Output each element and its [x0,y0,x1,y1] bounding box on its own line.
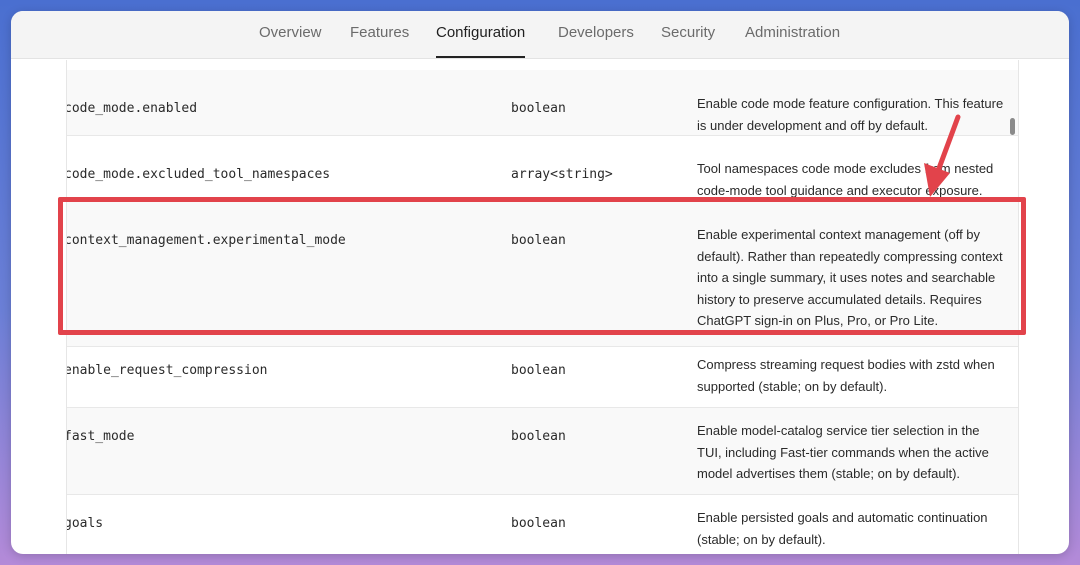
config-key: code_mode.excluded_tool_namespaces [66,167,331,182]
config-type: boolean [511,233,566,248]
tab-overview[interactable]: Overview [259,11,322,59]
config-description: Enable experimental context management (… [697,227,1003,328]
config-type: boolean [511,516,566,531]
config-type: boolean [511,429,566,444]
tab-features[interactable]: Features [350,11,409,59]
config-key: enable_request_compression [66,363,268,378]
table-row: enable_request_compression boolean Compr… [66,347,1018,408]
tab-developers[interactable]: Developers [558,11,634,59]
config-description: Enable persisted goals and automatic con… [697,510,988,547]
scrollbar-thumb[interactable] [1010,118,1015,135]
config-key: goals [66,516,104,531]
table-row: code_mode.excluded_tool_namespaces array… [66,136,1018,201]
table-row: fast_mode boolean Enable model-catalog s… [66,408,1018,495]
config-description: Tool namespaces code mode excludes from … [697,161,994,198]
config-type: boolean [511,101,566,116]
config-description: Enable model-catalog service tier select… [697,423,989,481]
tab-security[interactable]: Security [661,11,715,59]
table-row: goals boolean Enable persisted goals and… [66,495,1018,554]
config-description: Enable code mode feature configuration. … [697,96,1004,133]
config-key: code_mode.enabled [66,101,198,116]
config-table: code_mode.enabled boolean Enable code mo… [66,60,1019,554]
config-key: fast_mode [66,429,135,444]
table-row-highlighted: context_management.experimental_mode boo… [66,201,1018,347]
table-row: code_mode.enabled boolean Enable code mo… [66,70,1018,136]
browser-window: Overview Features Configuration Develope… [11,11,1069,554]
config-type: array<string> [511,167,613,182]
config-description: Compress streaming request bodies with z… [697,357,995,394]
tab-administration[interactable]: Administration [745,11,840,59]
config-key: context_management.experimental_mode [66,233,346,248]
top-navigation: Overview Features Configuration Develope… [11,11,1069,59]
tab-configuration[interactable]: Configuration [436,11,526,59]
config-type: boolean [511,363,566,378]
